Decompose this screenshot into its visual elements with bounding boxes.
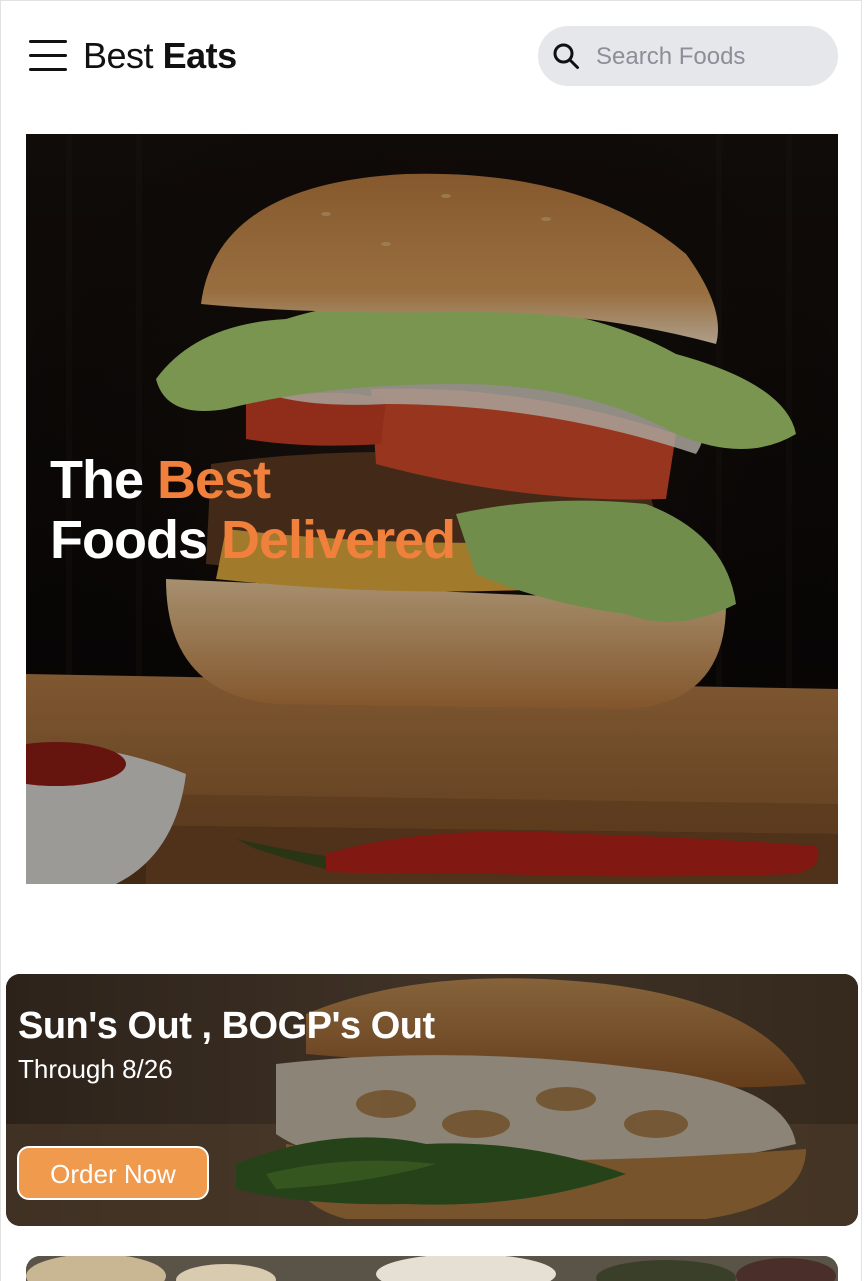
promo-card-next[interactable] xyxy=(26,1256,838,1281)
app-page: Best Eats Search Foods The Best Foods De… xyxy=(0,0,862,1281)
hero-banner: The Best Foods Delivered xyxy=(26,134,838,884)
search-bar[interactable] xyxy=(538,26,838,86)
brand-name-regular: Best xyxy=(83,35,154,76)
hero-line2-white: Foods xyxy=(50,510,208,570)
hero-line1-white: The xyxy=(50,450,144,510)
hero-title: The Best Foods Delivered xyxy=(50,450,456,570)
hero-line1-accent: Best xyxy=(157,450,271,510)
search-icon xyxy=(553,43,579,69)
promo-card: Sun's Out , BOGP's Out Through 8/26 Orde… xyxy=(6,974,858,1226)
search-input[interactable] xyxy=(594,36,828,78)
brand-name-bold: Eats xyxy=(162,35,238,76)
top-navbar: Best Eats xyxy=(1,1,861,113)
hero-line2-accent: Delivered xyxy=(221,510,456,570)
hamburger-menu-icon[interactable] xyxy=(29,39,67,73)
promo-subtitle: Through 8/26 xyxy=(18,1054,173,1084)
food-platter-photo xyxy=(26,1256,838,1281)
promo-title: Sun's Out , BOGP's Out xyxy=(18,1005,435,1047)
order-now-button[interactable]: Order Now xyxy=(17,1146,209,1200)
brand-logo[interactable]: Best Eats xyxy=(83,35,237,77)
